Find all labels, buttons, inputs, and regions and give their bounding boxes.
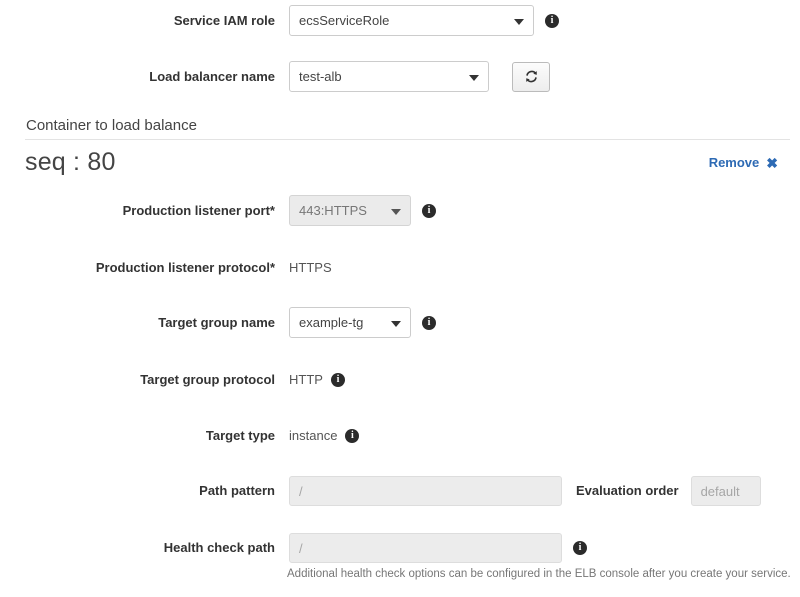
target-group-name-select[interactable]: example-tg	[289, 307, 411, 338]
container-entry-title: seq : 80	[25, 148, 116, 176]
target-group-name-label: Target group name	[158, 314, 275, 330]
field-row-load-balancer-name: Load balancer name test-alb	[0, 61, 550, 92]
info-icon[interactable]: i	[345, 428, 360, 443]
path-pattern-placeholder: /	[299, 483, 303, 499]
field-row-target-group-protocol: Target group protocol HTTP i	[0, 372, 345, 388]
health-check-path-label: Health check path	[163, 540, 275, 556]
field-row-health-check-path: Health check path / i	[0, 533, 587, 563]
load-balancer-name-value: test-alb	[299, 69, 342, 84]
path-pattern-input[interactable]: /	[289, 476, 562, 506]
evaluation-order-label: Evaluation order	[576, 483, 679, 499]
production-listener-port-value: 443:HTTPS	[299, 203, 367, 218]
target-group-protocol-label: Target group protocol	[140, 372, 275, 387]
target-group-name-value: example-tg	[299, 315, 364, 330]
load-balancer-name-label: Load balancer name	[149, 68, 275, 84]
production-listener-port-label: Production listener port*	[122, 202, 275, 218]
chevron-down-icon	[469, 74, 479, 81]
health-check-helper-text: Additional health check options can be c…	[287, 568, 791, 580]
health-check-path-placeholder: /	[299, 540, 303, 556]
remove-label: Remove	[708, 155, 760, 170]
target-type-value: instance	[289, 428, 338, 444]
production-listener-port-select[interactable]: 443:HTTPS	[289, 195, 411, 226]
chevron-down-icon	[391, 320, 401, 327]
refresh-load-balancers-button[interactable]	[512, 61, 550, 92]
chevron-down-icon	[514, 18, 524, 25]
evaluation-order-placeholder: default	[700, 483, 740, 499]
service-iam-role-value: ecsServiceRole	[299, 13, 390, 28]
info-icon[interactable]: i	[545, 13, 559, 28]
info-icon[interactable]: i	[422, 315, 436, 330]
production-listener-protocol-label: Production listener protocol*	[95, 260, 275, 275]
section-title-container-to-load-balance: Container to load balance	[26, 117, 197, 134]
refresh-icon	[525, 70, 537, 83]
close-x-icon: ✖	[766, 154, 778, 171]
field-row-target-type: Target type instance i	[0, 428, 360, 444]
path-pattern-label: Path pattern	[199, 483, 275, 499]
info-icon[interactable]: i	[330, 372, 345, 387]
service-iam-role-label: Service IAM role	[173, 12, 275, 28]
field-row-production-listener-protocol: Production listener protocol* HTTPS	[0, 260, 332, 276]
target-type-label: Target type	[205, 428, 275, 443]
section-divider	[25, 139, 790, 140]
load-balancer-name-select[interactable]: test-alb	[289, 61, 489, 92]
info-icon[interactable]: i	[422, 203, 436, 218]
remove-container-link[interactable]: Remove ✖	[709, 155, 778, 170]
info-icon[interactable]: i	[573, 541, 587, 555]
production-listener-protocol-value: HTTPS	[289, 260, 332, 276]
service-load-balancing-form: Service IAM role ecsServiceRole i Load b…	[0, 0, 800, 597]
target-group-protocol-value: HTTP	[289, 372, 323, 388]
evaluation-order-input[interactable]: default	[690, 476, 761, 506]
service-iam-role-select[interactable]: ecsServiceRole	[289, 5, 534, 36]
field-row-service-iam-role: Service IAM role ecsServiceRole i	[0, 5, 559, 36]
chevron-down-icon	[391, 208, 401, 215]
field-row-target-group-name: Target group name example-tg i	[0, 307, 436, 338]
field-row-production-listener-port: Production listener port* 443:HTTPS i	[0, 195, 436, 226]
health-check-path-input[interactable]: /	[289, 533, 562, 563]
field-row-path-pattern: Path pattern / Evaluation order default	[0, 476, 761, 506]
